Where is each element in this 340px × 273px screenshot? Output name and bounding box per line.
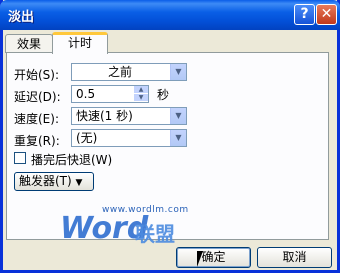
watermark-cn: 联盟 (135, 222, 175, 246)
spin-buttons[interactable]: ▲ ▼ (134, 86, 148, 102)
spin-up-icon[interactable]: ▲ (134, 86, 148, 94)
start-select[interactable]: 之前 ▼ (71, 63, 187, 81)
repeat-value: (无) (76, 131, 98, 145)
chevron-down-icon: ▼ (75, 178, 83, 188)
trigger-button[interactable]: 触发器(T) ▼ (14, 172, 94, 191)
close-button[interactable]: ✕ (316, 4, 337, 25)
repeat-label: 重复(R): (14, 134, 60, 148)
mouse-cursor-icon (197, 251, 209, 267)
delay-label: 延迟(D): (14, 90, 61, 104)
start-label: 开始(S): (14, 68, 60, 82)
delay-value: 0.5 (76, 87, 96, 101)
delay-stepper[interactable]: 0.5 ▲ ▼ (71, 85, 149, 103)
rewind-label[interactable]: 播完后快退(W) (31, 151, 112, 168)
chevron-down-icon[interactable]: ▼ (170, 108, 186, 124)
rewind-checkbox[interactable] (14, 152, 26, 164)
window-title: 淡出 (8, 10, 35, 25)
chevron-down-icon[interactable]: ▼ (170, 64, 186, 80)
tab-timing[interactable]: 计时 (52, 32, 108, 54)
tab-effect[interactable]: 效果 (5, 34, 53, 53)
spin-down-icon[interactable]: ▼ (134, 94, 148, 102)
help-button[interactable]: ? (294, 4, 315, 25)
speed-value: 快速(1 秒) (76, 109, 133, 123)
ok-button[interactable]: 确定 (176, 247, 251, 268)
trigger-label: 触发器(T) (19, 174, 72, 188)
repeat-select[interactable]: (无) ▼ (71, 129, 187, 147)
speed-label: 速度(E): (14, 112, 59, 126)
cancel-button[interactable]: 取消 (257, 247, 332, 268)
start-value: 之前 (107, 65, 132, 79)
title-bar[interactable]: 淡出 ? ✕ (0, 0, 340, 30)
speed-select[interactable]: 快速(1 秒) ▼ (71, 107, 187, 125)
chevron-down-icon[interactable]: ▼ (170, 130, 186, 146)
delay-unit: 秒 (157, 88, 170, 102)
